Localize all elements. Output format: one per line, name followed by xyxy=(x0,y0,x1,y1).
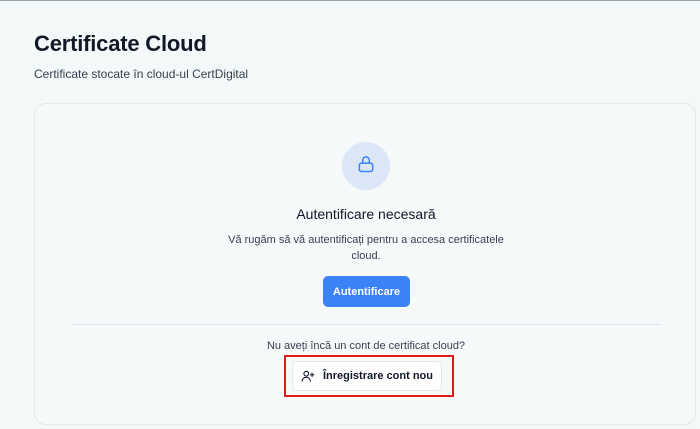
user-plus-icon xyxy=(301,369,315,383)
lock-icon-container xyxy=(342,142,390,190)
register-button-label: Înregistrare cont nou xyxy=(322,370,434,382)
page-title: Certificate Cloud xyxy=(34,31,207,56)
register-button[interactable]: Înregistrare cont nou xyxy=(292,361,442,391)
auth-card: Autentificare necesară Vă rugăm să vă au… xyxy=(34,103,696,425)
lock-icon xyxy=(356,154,376,179)
page-subtitle: Certificate stocate în cloud-ul CertDigi… xyxy=(34,67,249,81)
login-button[interactable]: Autentificare xyxy=(323,276,410,307)
auth-description: Vă rugăm să vă autentificați pentru a ac… xyxy=(228,234,504,262)
register-prompt: Nu aveți încă un cont de certificat clou… xyxy=(266,340,466,352)
page: Certificate Cloud Certificate stocate în… xyxy=(0,0,700,429)
auth-title: Autentificare necesară xyxy=(296,206,436,222)
divider xyxy=(72,324,662,325)
top-border xyxy=(0,0,700,1)
